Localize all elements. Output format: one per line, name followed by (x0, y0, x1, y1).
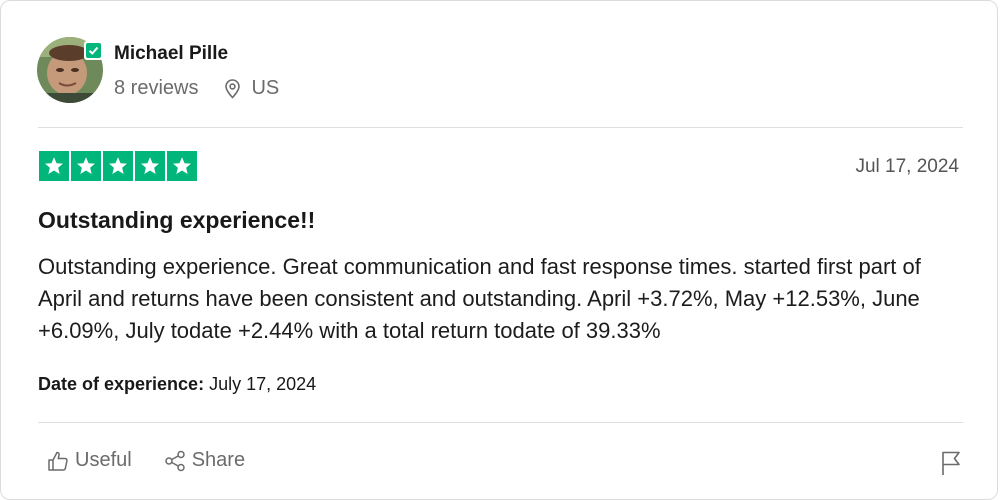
divider (38, 127, 963, 128)
star-icon (39, 151, 69, 181)
thumbs-up-icon (48, 451, 68, 471)
experience-date-label: Date of experience: (38, 374, 205, 394)
divider (38, 422, 963, 423)
check-icon (86, 43, 101, 58)
share-icon (164, 450, 185, 471)
reviewer-meta: 8 reviews US (114, 77, 279, 100)
verified-badge (84, 41, 103, 60)
star-rating (39, 151, 197, 181)
share-label: Share (191, 449, 246, 471)
review-title[interactable]: Outstanding experience!! (38, 207, 315, 234)
share-button[interactable]: Share (164, 449, 245, 472)
star-icon (135, 151, 165, 181)
experience-date: Date of experience: July 17, 2024 (38, 374, 316, 395)
reviews-count: 8 reviews (114, 77, 199, 99)
report-flag-button[interactable] (939, 450, 963, 481)
star-icon (167, 151, 197, 181)
star-icon (71, 151, 101, 181)
reviewer-location: US (224, 77, 279, 100)
review-date: Jul 17, 2024 (855, 156, 959, 177)
star-icon (103, 151, 133, 181)
useful-label: Useful (75, 449, 132, 471)
location-pin-icon (225, 78, 241, 99)
experience-date-value: July 17, 2024 (209, 374, 317, 394)
review-card: Michael Pille 8 reviews US Jul 17, 2024 … (0, 0, 998, 500)
useful-button[interactable]: Useful (47, 449, 132, 472)
flag-icon (942, 451, 960, 475)
location-text: US (251, 77, 280, 99)
reviewer-name[interactable]: Michael Pille (114, 43, 228, 65)
review-actions: Useful Share (47, 449, 277, 472)
review-body: Outstanding experience. Great communicat… (38, 254, 921, 343)
